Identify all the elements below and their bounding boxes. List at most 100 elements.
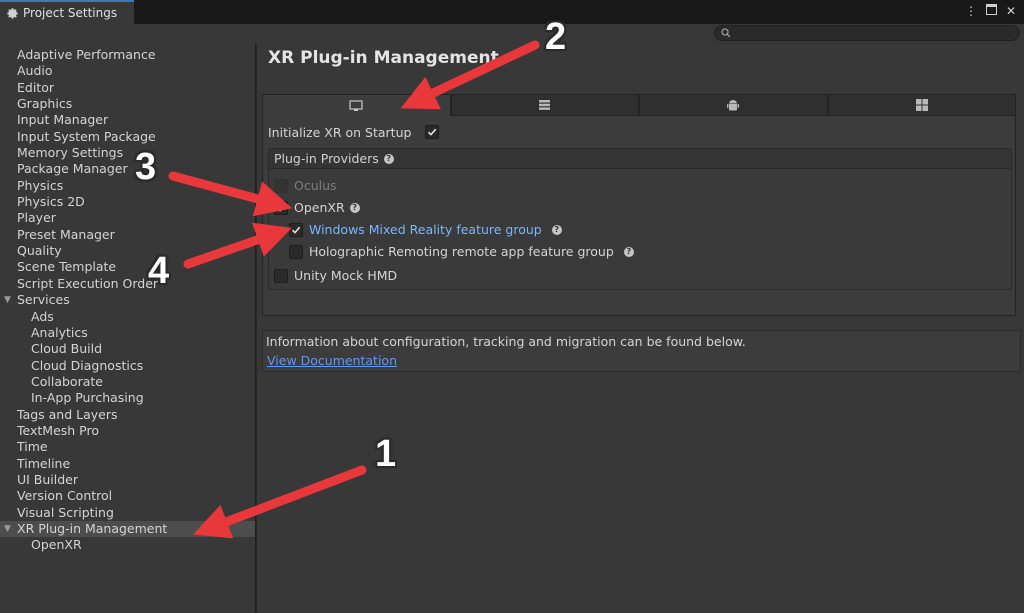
sidebar-item-quality[interactable]: Quality: [0, 243, 255, 259]
sidebar-item-input-manager[interactable]: Input Manager: [0, 112, 255, 128]
provider-label: OpenXR: [294, 200, 345, 215]
view-documentation-link[interactable]: View Documentation: [267, 353, 397, 368]
title-bar: Project Settings ⋮ ✕: [0, 0, 1024, 24]
sidebar-item-tags-and-layers[interactable]: Tags and Layers: [0, 407, 255, 423]
sidebar-item-ui-builder[interactable]: UI Builder: [0, 472, 255, 488]
sidebar-item-services[interactable]: ▼ Services: [0, 292, 255, 308]
tab-desktop[interactable]: [262, 94, 451, 116]
sidebar-item-editor[interactable]: Editor: [0, 80, 255, 96]
sidebar-item-label: Physics 2D: [17, 194, 85, 210]
sidebar-item-analytics[interactable]: Analytics: [0, 325, 255, 341]
sidebar-item-label: In-App Purchasing: [31, 390, 144, 406]
android-icon: [727, 99, 740, 110]
sidebar-item-memory-settings[interactable]: Memory Settings: [0, 145, 255, 161]
sidebar-item-label: Preset Manager: [17, 226, 115, 242]
annotation-number-4: 4: [148, 250, 170, 292]
help-icon[interactable]: ?: [383, 153, 394, 164]
settings-sidebar: Adaptive Performance Audio Editor Graphics I…: [0, 44, 256, 613]
sidebar-item-label: Visual Scripting: [17, 504, 114, 520]
sidebar-item-label: Adaptive Performance: [17, 47, 156, 62]
sidebar-item-collaborate[interactable]: Collaborate: [0, 374, 255, 390]
sidebar-item-label: Collaborate: [31, 373, 103, 389]
tab-windows-uwp[interactable]: [827, 94, 1016, 116]
sidebar-item-preset-manager[interactable]: Preset Manager: [0, 227, 255, 243]
sidebar-item-graphics[interactable]: Graphics: [0, 96, 255, 112]
sidebar-item-adaptive-performance[interactable]: Adaptive Performance: [0, 47, 255, 63]
sidebar-item-label: Services: [17, 292, 70, 308]
sidebar-item-player[interactable]: Player: [0, 210, 255, 226]
sidebar-item-openxr[interactable]: OpenXR: [0, 537, 255, 553]
sidebar-item-label: Editor: [17, 79, 54, 95]
sidebar-item-label: Memory Settings: [17, 145, 124, 161]
sidebar-item-ads[interactable]: Ads: [0, 309, 255, 325]
platform-tabs: [262, 94, 1016, 116]
sidebar-item-label: Physics: [17, 177, 64, 193]
sidebar-item-physics-2d[interactable]: Physics 2D: [0, 194, 255, 210]
checkmark-icon: [428, 128, 437, 136]
sidebar-item-in-app-purchasing[interactable]: In-App Purchasing: [0, 390, 255, 406]
holographic-remoting-checkbox[interactable]: [289, 244, 303, 259]
mock-hmd-checkbox[interactable]: [274, 268, 288, 283]
help-icon[interactable]: ?: [349, 202, 360, 213]
sidebar-item-label: Player: [17, 210, 56, 226]
sidebar-item-label: Scene Template: [17, 259, 117, 275]
sidebar-item-label: OpenXR: [31, 537, 82, 553]
openxr-checkbox[interactable]: [274, 200, 288, 215]
sidebar-item-input-system-package[interactable]: Input System Package: [0, 129, 255, 145]
sidebar-item-cloud-build[interactable]: Cloud Build: [0, 341, 255, 357]
sidebar-item-label: Timeline: [17, 455, 71, 471]
window-tab-project-settings[interactable]: Project Settings: [0, 0, 134, 24]
provider-row-mock-hmd: Unity Mock HMD: [274, 268, 397, 283]
sidebar-item-xr-plug-in-management[interactable]: ▼ XR Plug-in Management: [0, 520, 255, 538]
maximize-icon[interactable]: [984, 3, 998, 19]
wmr-feature-group-checkbox[interactable]: [289, 222, 303, 237]
sidebar-item-label: Script Execution Order: [17, 275, 159, 291]
sidebar-item-label: TextMesh Pro: [17, 422, 99, 438]
tab-dedicated-server[interactable]: [450, 94, 639, 116]
sidebar-item-package-manager[interactable]: Package Manager: [0, 161, 255, 177]
desktop-monitor-icon: [349, 99, 363, 111]
sidebar-item-physics[interactable]: Physics: [0, 178, 255, 194]
checkmark-icon: [291, 226, 301, 234]
initialize-xr-label: Initialize XR on Startup: [268, 124, 412, 140]
info-text: Information about configuration, trackin…: [266, 334, 746, 349]
search-input[interactable]: [714, 25, 1020, 41]
sidebar-item-label: Input System Package: [17, 128, 156, 144]
sidebar-item-label: Package Manager: [17, 161, 128, 177]
sidebar-item-version-control[interactable]: Version Control: [0, 488, 255, 504]
main-panel: XR Plug-in Management Initialize XR on S…: [257, 44, 1024, 613]
sidebar-item-label: Analytics: [31, 324, 88, 340]
sidebar-item-label: Audio: [17, 63, 53, 79]
provider-label: Windows Mixed Reality feature group: [309, 222, 542, 237]
sidebar-item-textmesh-pro[interactable]: TextMesh Pro: [0, 423, 255, 439]
provider-row-wmr: Windows Mixed Reality feature group ?: [289, 222, 562, 237]
kebab-menu-icon[interactable]: ⋮: [964, 3, 978, 19]
sidebar-item-label: Cloud Diagnostics: [31, 357, 144, 373]
sidebar-item-label: Graphics: [17, 96, 73, 112]
sidebar-item-timeline[interactable]: Timeline: [0, 456, 255, 472]
sidebar-item-visual-scripting[interactable]: Visual Scripting: [0, 505, 255, 521]
provider-label: Unity Mock HMD: [294, 268, 398, 283]
sidebar-item-label: Ads: [31, 308, 54, 324]
sidebar-item-audio[interactable]: Audio: [0, 63, 255, 79]
window-tab-label: Project Settings: [23, 6, 118, 20]
foldout-arrow-icon[interactable]: ▼: [4, 521, 11, 537]
close-icon[interactable]: ✕: [1004, 3, 1018, 19]
provider-row-openxr: OpenXR ?: [274, 200, 360, 215]
info-box: Information about configuration, trackin…: [262, 330, 1021, 372]
sidebar-item-cloud-diagnostics[interactable]: Cloud Diagnostics: [0, 358, 255, 374]
tab-android[interactable]: [639, 94, 828, 116]
help-icon[interactable]: ?: [551, 224, 562, 235]
page-title: XR Plug-in Management: [268, 48, 499, 68]
help-icon[interactable]: ?: [623, 246, 634, 257]
gear-icon: [6, 7, 19, 20]
sidebar-item-label: UI Builder: [17, 471, 79, 487]
sidebar-item-scene-template[interactable]: Scene Template: [0, 259, 255, 275]
sidebar-item-time[interactable]: Time: [0, 439, 255, 455]
initialize-xr-checkbox[interactable]: [425, 125, 440, 139]
foldout-arrow-icon[interactable]: ▼: [4, 292, 11, 308]
sidebar-item-script-execution-order[interactable]: Script Execution Order: [0, 276, 255, 292]
annotation-number-3: 3: [135, 146, 157, 188]
annotation-number-1: 1: [375, 433, 397, 475]
sidebar-item-label: Input Manager: [17, 112, 109, 128]
